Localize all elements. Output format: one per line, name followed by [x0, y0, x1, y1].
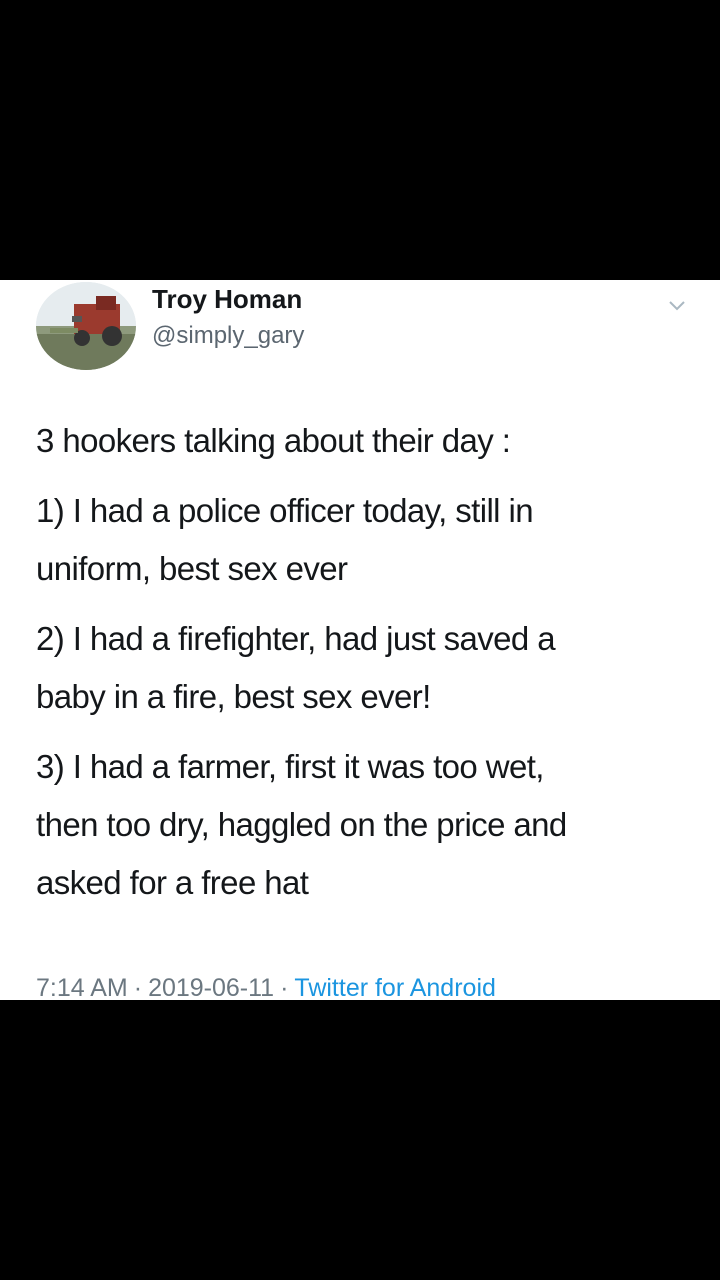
meta-separator-2: · [280, 974, 289, 1002]
tweet-date[interactable]: 2019-06-11 [148, 974, 274, 1002]
tweet-line-1b: uniform, best sex ever [36, 550, 348, 587]
tweet-time[interactable]: 7:14 AM [36, 974, 128, 1002]
tweet-card: Troy Homan @simply_gary 3 hookers talkin… [0, 280, 720, 1003]
chevron-down-icon[interactable] [666, 294, 688, 316]
tweet-line-2a: 2) I had a firefighter, had just saved a [36, 620, 556, 657]
tweet-line-3b: then too dry, haggled on the price and [36, 806, 567, 843]
tweet-meta: 7:14 AM · 2019-06-11 · Twitter for Android [36, 974, 496, 1003]
tweet-text: 3 hookers talking about their day : 1) I… [36, 412, 686, 912]
screen: Troy Homan @simply_gary 3 hookers talkin… [0, 0, 720, 1280]
avatar[interactable] [36, 282, 136, 370]
tweet-line-3a: 3) I had a farmer, first it was too wet, [36, 748, 544, 785]
tweet-line-2b: baby in a fire, best sex ever! [36, 678, 431, 715]
author-handle[interactable]: @simply_gary [152, 322, 304, 350]
avatar-tractor-image [36, 282, 136, 370]
tweet-line-3c: asked for a free hat [36, 864, 309, 901]
tweet-source[interactable]: Twitter for Android [294, 974, 495, 1002]
tweet-line-1a: 1) I had a police officer today, still i… [36, 492, 534, 529]
tweet-line-intro: 3 hookers talking about their day : [36, 422, 511, 459]
meta-separator: · [133, 974, 143, 1002]
author-name[interactable]: Troy Homan [152, 284, 302, 315]
